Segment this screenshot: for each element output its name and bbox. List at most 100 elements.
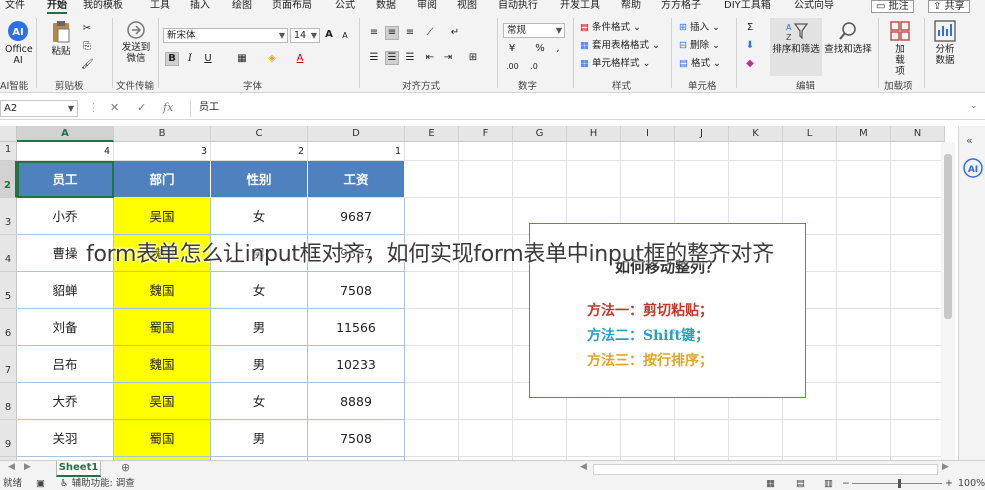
office-ai-button[interactable]: AI Office AI [2, 20, 34, 66]
empty-cell[interactable] [513, 420, 567, 457]
column-header[interactable]: B [114, 126, 211, 142]
tab-view[interactable]: 视图 [457, 0, 477, 14]
row-header[interactable]: 8 [0, 383, 17, 420]
enter-icon[interactable]: ✓ [137, 101, 146, 114]
sheet-tab-sheet1[interactable]: Sheet1 [56, 461, 101, 477]
tab-developer[interactable]: 开发工具 [560, 0, 600, 14]
empty-cell[interactable] [837, 309, 891, 346]
table-cell[interactable]: 女 [211, 272, 308, 309]
zoom-slider-thumb[interactable] [898, 479, 901, 488]
column-header[interactable]: H [567, 126, 621, 142]
insert-cells-button[interactable]: ⊞ 插入 ⌄ [679, 21, 720, 34]
insert-function-icon[interactable]: fx [163, 101, 173, 114]
empty-cell[interactable] [837, 142, 891, 161]
empty-cell[interactable] [891, 309, 945, 346]
select-all-corner[interactable] [0, 126, 17, 142]
empty-cell[interactable] [405, 272, 459, 309]
find-select-button[interactable]: 查找和选择 [822, 20, 874, 55]
page-layout-view-icon[interactable]: ▤ [796, 477, 805, 490]
empty-cell[interactable] [513, 161, 567, 198]
empty-cell[interactable] [891, 272, 945, 309]
tab-diy-toolbox[interactable]: DIY工具箱 [724, 0, 771, 14]
table-cell[interactable]: 吕布 [17, 346, 114, 383]
cancel-icon[interactable]: ✕ [110, 101, 119, 114]
row-header[interactable]: 6 [0, 309, 17, 346]
empty-cell[interactable] [837, 420, 891, 457]
decrease-decimal-icon[interactable]: .0 [527, 60, 541, 74]
row-header[interactable]: 1 [0, 142, 17, 161]
send-to-wechat-button[interactable]: 发送到微信 [118, 20, 154, 64]
column-header[interactable]: K [729, 126, 783, 142]
formula-input[interactable]: 员工 [190, 100, 970, 117]
column-header[interactable]: C [211, 126, 308, 142]
empty-cell[interactable] [891, 420, 945, 457]
empty-cell[interactable] [891, 161, 945, 198]
prev-sheet-icon[interactable]: ◀ [8, 462, 15, 472]
font-size-select[interactable]: 14 ▼ [290, 28, 320, 43]
align-middle-icon[interactable]: ≡ [385, 26, 399, 40]
empty-cell[interactable] [405, 309, 459, 346]
format-as-table-button[interactable]: ▦ 套用表格格式 ⌄ [580, 39, 660, 52]
analyze-data-button[interactable]: 分析数据 [930, 20, 960, 66]
empty-cell[interactable] [405, 142, 459, 161]
table-cell[interactable]: 刘备 [17, 309, 114, 346]
table-cell[interactable]: 吴国 [114, 198, 211, 235]
empty-cell[interactable] [837, 346, 891, 383]
row-header[interactable]: 2 [0, 161, 17, 198]
comma-style-icon[interactable]: , [551, 42, 565, 56]
empty-cell[interactable] [891, 346, 945, 383]
shrink-font-button[interactable]: A [338, 29, 352, 43]
empty-cell[interactable] [567, 161, 621, 198]
fill-icon[interactable]: ⬇ [743, 39, 757, 53]
empty-cell[interactable] [405, 383, 459, 420]
table-cell[interactable]: 吴国 [114, 383, 211, 420]
empty-cell[interactable] [459, 272, 513, 309]
table-cell[interactable]: 7508 [308, 420, 405, 457]
font-color-icon[interactable]: A [293, 52, 307, 66]
column-header[interactable]: G [513, 126, 567, 142]
currency-icon[interactable]: ¥ [505, 42, 519, 56]
empty-cell[interactable] [783, 161, 837, 198]
share-button[interactable]: ⇪ 共享 [928, 0, 970, 13]
addins-button[interactable]: 加载项 [884, 20, 916, 77]
tab-data[interactable]: 数据 [376, 0, 396, 14]
align-top-icon[interactable]: ≡ [367, 26, 381, 40]
horizontal-scrollbar[interactable] [593, 464, 938, 475]
clear-icon[interactable]: ◆ [743, 57, 757, 71]
table-cell[interactable]: 9687 [308, 198, 405, 235]
empty-cell[interactable] [405, 346, 459, 383]
autosum-icon[interactable]: Σ [743, 21, 757, 35]
column-header[interactable]: M [837, 126, 891, 142]
column-header[interactable]: E [405, 126, 459, 142]
table-cell[interactable]: 男 [211, 420, 308, 457]
table-cell[interactable]: 8889 [308, 383, 405, 420]
tab-formulas[interactable]: 公式 [335, 0, 355, 14]
empty-cell[interactable] [837, 161, 891, 198]
table-cell[interactable]: 女 [211, 383, 308, 420]
accessibility-status[interactable]: ♿ 辅助功能: 调查 [60, 477, 135, 490]
empty-cell[interactable] [621, 420, 675, 457]
table-cell[interactable]: 蜀国 [114, 309, 211, 346]
fill-color-icon[interactable]: ◈ [265, 52, 279, 66]
empty-cell[interactable] [513, 142, 567, 161]
indent-decrease-icon[interactable]: ⇤ [423, 51, 437, 65]
add-sheet-icon[interactable]: ⊕ [121, 461, 130, 474]
conditional-format-button[interactable]: ▤ 条件格式 ⌄ [580, 21, 641, 34]
column-header[interactable]: L [783, 126, 837, 142]
table-cell[interactable]: 魏国 [114, 272, 211, 309]
borders-icon[interactable]: ▦ [235, 52, 249, 66]
cell-styles-button[interactable]: ▦ 单元格样式 ⌄ [580, 57, 651, 70]
column-header[interactable]: F [459, 126, 513, 142]
tab-insert[interactable]: 插入 [190, 0, 210, 14]
wrap-text-icon[interactable]: ↵ [448, 26, 462, 40]
column-header[interactable]: J [675, 126, 729, 142]
tab-help[interactable]: 帮助 [621, 0, 641, 14]
table-cell[interactable]: 小乔 [17, 198, 114, 235]
empty-cell[interactable] [459, 420, 513, 457]
tab-automate[interactable]: 自动执行 [498, 0, 538, 14]
cell-number[interactable]: 3 [114, 142, 211, 161]
empty-cell[interactable] [675, 420, 729, 457]
table-cell[interactable]: 关羽 [17, 420, 114, 457]
empty-cell[interactable] [729, 161, 783, 198]
tab-file[interactable]: 文件 [5, 0, 25, 14]
